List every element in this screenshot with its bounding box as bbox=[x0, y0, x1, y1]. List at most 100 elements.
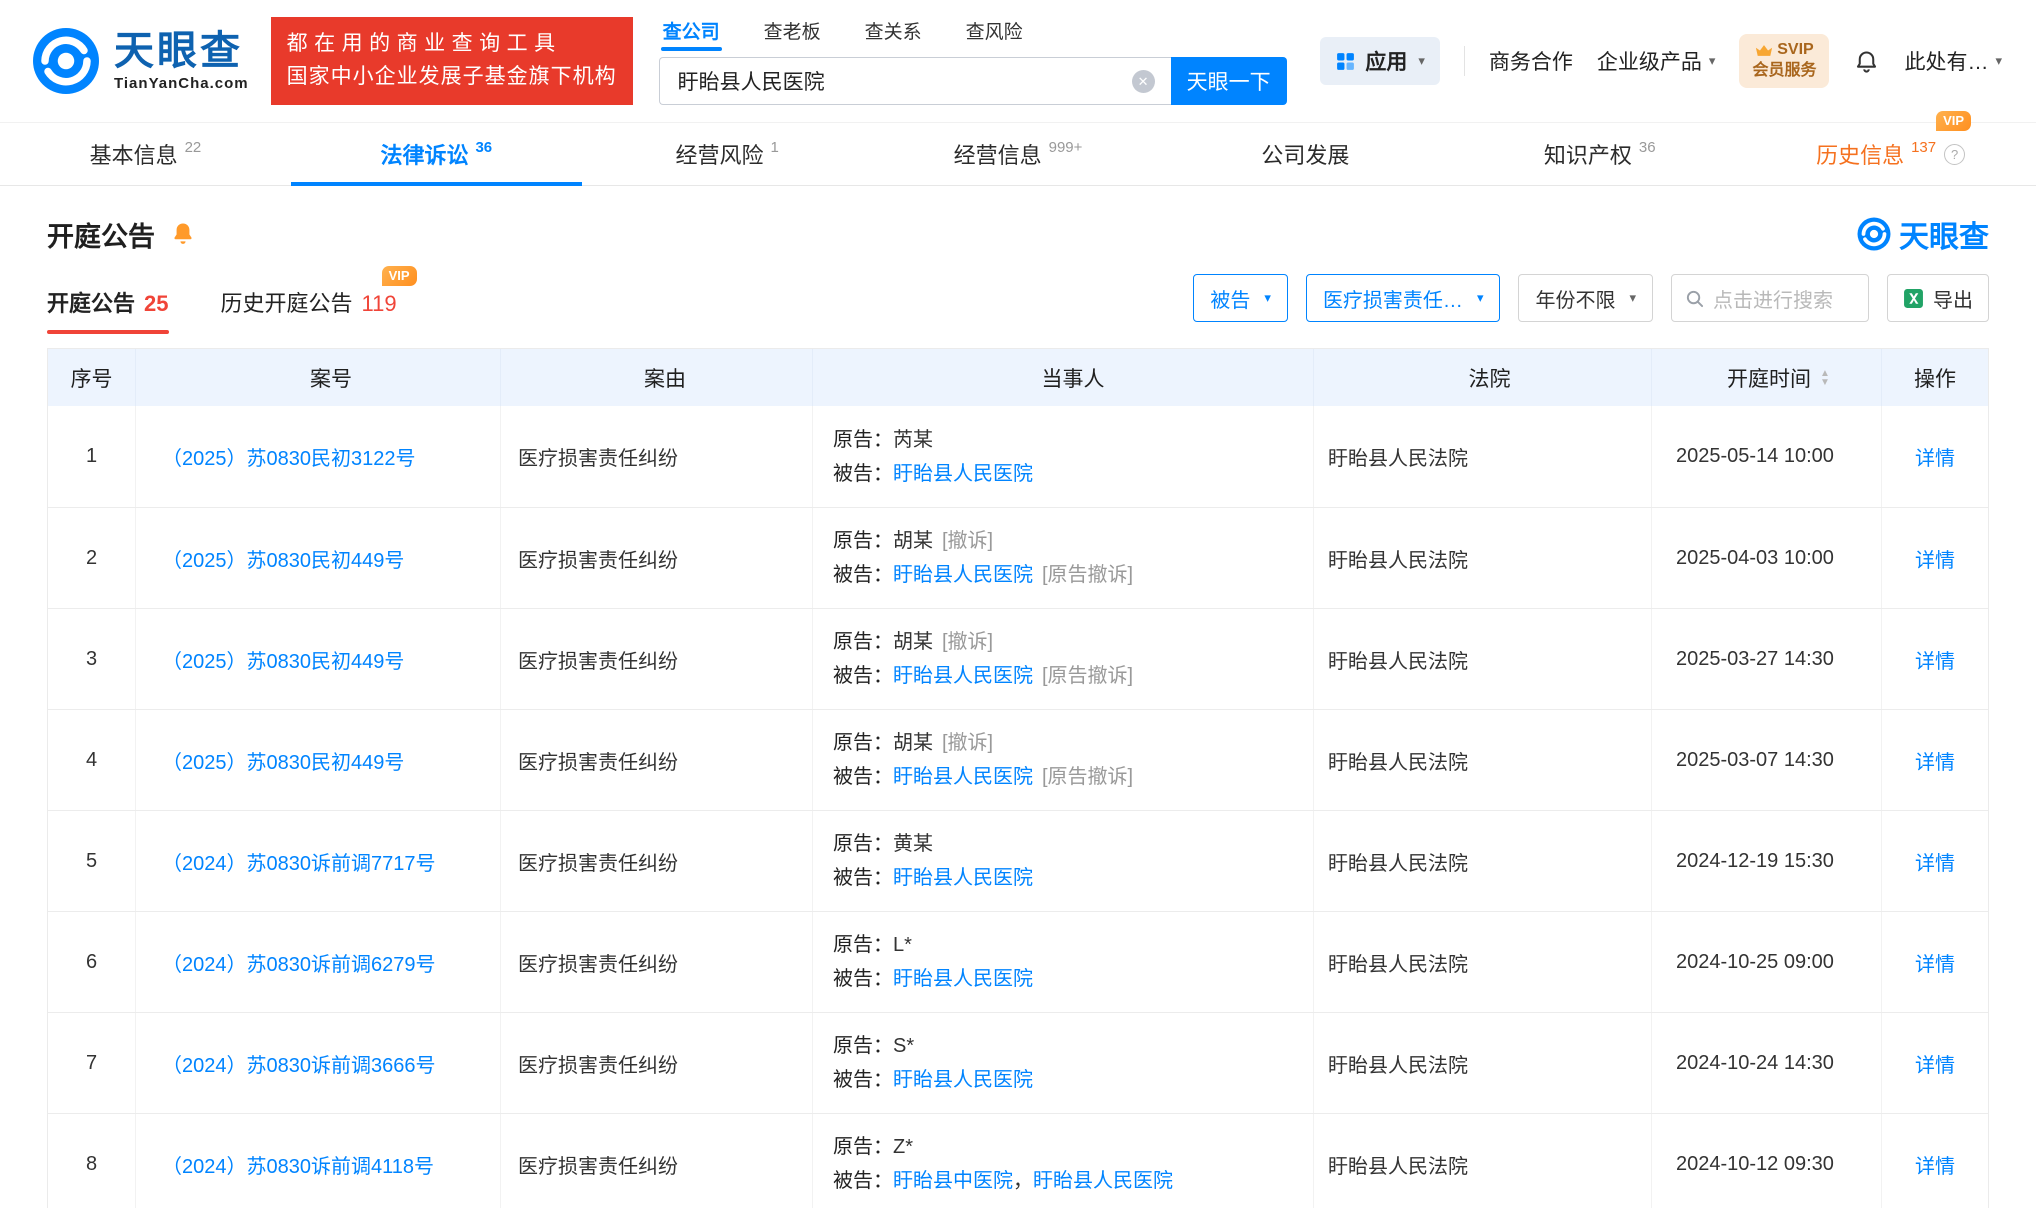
enterprise-products-menu[interactable]: 企业级产品 ▾ bbox=[1597, 46, 1716, 76]
parties-cell: 原告： S* 被告： 盱眙县人民医院 bbox=[813, 1013, 1314, 1113]
bell-icon[interactable] bbox=[1853, 48, 1880, 75]
parties-cell: 原告： Z* 被告： 盱眙县中医院，盱眙县人民医院 bbox=[813, 1114, 1314, 1208]
plaintiff-label: 原告： bbox=[833, 928, 893, 962]
tab-history-info[interactable]: VIP 历史信息 137 ? bbox=[1745, 123, 2036, 185]
plaintiff-name: 黄某 bbox=[893, 827, 933, 861]
section-header: 开庭公告 天眼查 bbox=[0, 186, 2036, 256]
row-index: 3 bbox=[86, 648, 97, 671]
search-tab-company[interactable]: 查公司 bbox=[663, 17, 720, 49]
detail-link[interactable]: 详情 bbox=[1915, 847, 1955, 876]
case-number-cell: （2025）苏0830民初449号 bbox=[136, 508, 501, 608]
plaintiff-line: 原告： 芮某 bbox=[833, 423, 933, 457]
detail-link[interactable]: 详情 bbox=[1915, 645, 1955, 674]
tab-intellectual-property[interactable]: 知识产权36 bbox=[1454, 123, 1745, 185]
header-case-number: 案号 bbox=[136, 349, 501, 406]
search-button[interactable]: 天眼一下 bbox=[1171, 57, 1287, 105]
case-number-link[interactable]: （2025）苏0830民初449号 bbox=[162, 746, 404, 775]
page-title: 开庭公告 bbox=[47, 215, 155, 254]
detail-link[interactable]: 详情 bbox=[1915, 442, 1955, 471]
tab-label: 历史信息 bbox=[1816, 138, 1904, 170]
case-number-link[interactable]: （2024）苏0830诉前调7717号 bbox=[162, 847, 435, 876]
export-label: 导出 bbox=[1933, 284, 1973, 313]
year-filter-dropdown[interactable]: 年份不限 ▾ bbox=[1518, 274, 1653, 322]
row-index: 5 bbox=[86, 850, 97, 873]
defendant-link[interactable]: 盱眙县人民医院 bbox=[893, 665, 1033, 687]
defendant-link[interactable]: 盱眙县人民医院 bbox=[893, 867, 1033, 889]
search-tab-relation[interactable]: 查关系 bbox=[865, 17, 922, 49]
apps-button[interactable]: 应用 ▾ bbox=[1320, 37, 1440, 85]
account-menu[interactable]: 此处有… ▾ bbox=[1904, 46, 2002, 76]
defendant-link[interactable]: 盱眙县人民医院 bbox=[893, 1069, 1033, 1091]
detail-link[interactable]: 详情 bbox=[1915, 746, 1955, 775]
search-tab-risk[interactable]: 查风险 bbox=[966, 17, 1023, 49]
defendant-link[interactable]: 盱眙县人民医院 bbox=[893, 766, 1033, 788]
defendant-link[interactable]: 盱眙县人民医院 bbox=[893, 968, 1033, 990]
tianyancha-logo[interactable]: 天眼查 TianYanCha.com bbox=[30, 25, 249, 97]
business-cooperation-link[interactable]: 商务合作 bbox=[1489, 46, 1573, 76]
defendant-line: 被告： 盱眙县人民医院 bbox=[833, 962, 1033, 996]
plaintiff-note: [撤诉] bbox=[942, 625, 993, 659]
defendant-link[interactable]: 盱眙县人民医院 bbox=[893, 564, 1033, 586]
case-number-link[interactable]: （2024）苏0830诉前调3666号 bbox=[162, 1049, 435, 1078]
search-tab-boss[interactable]: 查老板 bbox=[764, 17, 821, 49]
plaintiff-line: 原告： 胡某 [撤诉] bbox=[833, 524, 993, 558]
court-cell: 盱眙县人民法院 bbox=[1314, 508, 1652, 608]
detail-link[interactable]: 详情 bbox=[1915, 948, 1955, 977]
hearing-time-cell: 2024-10-12 09:30 bbox=[1652, 1114, 1882, 1208]
case-cause: 医疗损害责任纠纷 bbox=[518, 1049, 678, 1078]
table-header-row: 序号 案号 案由 当事人 法院 开庭时间 ▲ ▼ 操作 bbox=[48, 349, 1988, 406]
plaintiff-label: 原告： bbox=[833, 524, 893, 558]
tab-business-info[interactable]: 经营信息999+ bbox=[873, 123, 1164, 185]
tab-company-development[interactable]: 公司发展 bbox=[1163, 123, 1454, 185]
tab-basic-info[interactable]: 基本信息22 bbox=[0, 123, 291, 185]
action-cell: 详情 bbox=[1882, 1013, 1988, 1113]
svip-membership-badge[interactable]: SVIP 会员服务 bbox=[1739, 34, 1829, 88]
row-index: 1 bbox=[86, 445, 97, 468]
defendant-link[interactable]: 盱眙县人民医院 bbox=[893, 463, 1033, 485]
case-number-link[interactable]: （2025）苏0830民初449号 bbox=[162, 544, 404, 573]
defendant-filter-dropdown[interactable]: 被告 ▾ bbox=[1193, 274, 1288, 322]
tab-operating-risk[interactable]: 经营风险 1 bbox=[582, 123, 873, 185]
header-parties: 当事人 bbox=[813, 349, 1314, 406]
sort-icon[interactable]: ▲ ▼ bbox=[1820, 369, 1830, 387]
toolbar: 开庭公告25 VIP 历史开庭公告119 被告 ▾ 医疗损害责任… ▾ 年份不限… bbox=[0, 256, 2036, 334]
defendant-label: 被告： bbox=[833, 659, 893, 693]
clear-search-icon[interactable]: ✕ bbox=[1132, 70, 1155, 93]
tab-count: 1 bbox=[770, 139, 778, 156]
row-index: 2 bbox=[86, 547, 97, 570]
table-search-input[interactable]: 点击进行搜索 bbox=[1671, 274, 1869, 322]
defendant-link[interactable]: 盱眙县人民医院 bbox=[1033, 1170, 1173, 1192]
company-nav-tabs: 基本信息22 法律诉讼36 经营风险 1 经营信息999+ 公司发展 知识产权36… bbox=[0, 122, 2036, 186]
header-hearing-time-label: 开庭时间 bbox=[1727, 363, 1811, 393]
defendant-note: [原告撤诉] bbox=[1042, 760, 1133, 794]
tab-legal-litigation[interactable]: 法律诉讼36 bbox=[291, 123, 582, 185]
detail-link[interactable]: 详情 bbox=[1915, 544, 1955, 573]
promo-line-2: 国家中小企业发展子基金旗下机构 bbox=[287, 61, 617, 94]
year-filter-label: 年份不限 bbox=[1535, 284, 1615, 313]
detail-link[interactable]: 详情 bbox=[1915, 1049, 1955, 1078]
help-icon[interactable]: ? bbox=[1944, 144, 1965, 165]
subscribe-bell-icon[interactable] bbox=[169, 220, 197, 248]
defendant-link[interactable]: 盱眙县中医院 bbox=[893, 1170, 1013, 1192]
table-row: 2 （2025）苏0830民初449号 医疗损害责任纠纷 原告： 胡某 [撤诉]… bbox=[48, 507, 1988, 608]
apps-grid-icon bbox=[1335, 51, 1356, 72]
case-cause: 医疗损害责任纠纷 bbox=[518, 746, 678, 775]
vip-tag: VIP bbox=[382, 266, 417, 286]
export-button[interactable]: 导出 bbox=[1887, 274, 1989, 322]
detail-link[interactable]: 详情 bbox=[1915, 1150, 1955, 1179]
search-input[interactable]: 盱眙县人民医院 ✕ bbox=[659, 57, 1171, 105]
site-header: 天眼查 TianYanCha.com 都在用的商业查询工具 国家中小企业发展子基… bbox=[0, 0, 2036, 122]
case-number-link[interactable]: （2024）苏0830诉前调6279号 bbox=[162, 948, 435, 977]
case-number-link[interactable]: （2025）苏0830民初3122号 bbox=[162, 442, 415, 471]
tab-label: 经营风险 bbox=[675, 138, 763, 170]
case-cause: 医疗损害责任纠纷 bbox=[518, 442, 678, 471]
case-number-link[interactable]: （2025）苏0830民初449号 bbox=[162, 645, 404, 674]
hearing-time-cell: 2024-10-24 14:30 bbox=[1652, 1013, 1882, 1113]
row-index: 6 bbox=[86, 951, 97, 974]
case-number-link[interactable]: （2024）苏0830诉前调4118号 bbox=[162, 1150, 434, 1179]
cause-filter-dropdown[interactable]: 医疗损害责任… ▾ bbox=[1306, 274, 1501, 322]
row-index: 8 bbox=[86, 1153, 97, 1176]
hearing-time: 2024-12-19 15:30 bbox=[1676, 850, 1834, 873]
sub-tab-history-hearing-announcements[interactable]: VIP 历史开庭公告119 bbox=[221, 286, 397, 334]
sub-tab-hearing-announcements[interactable]: 开庭公告25 bbox=[47, 286, 169, 334]
